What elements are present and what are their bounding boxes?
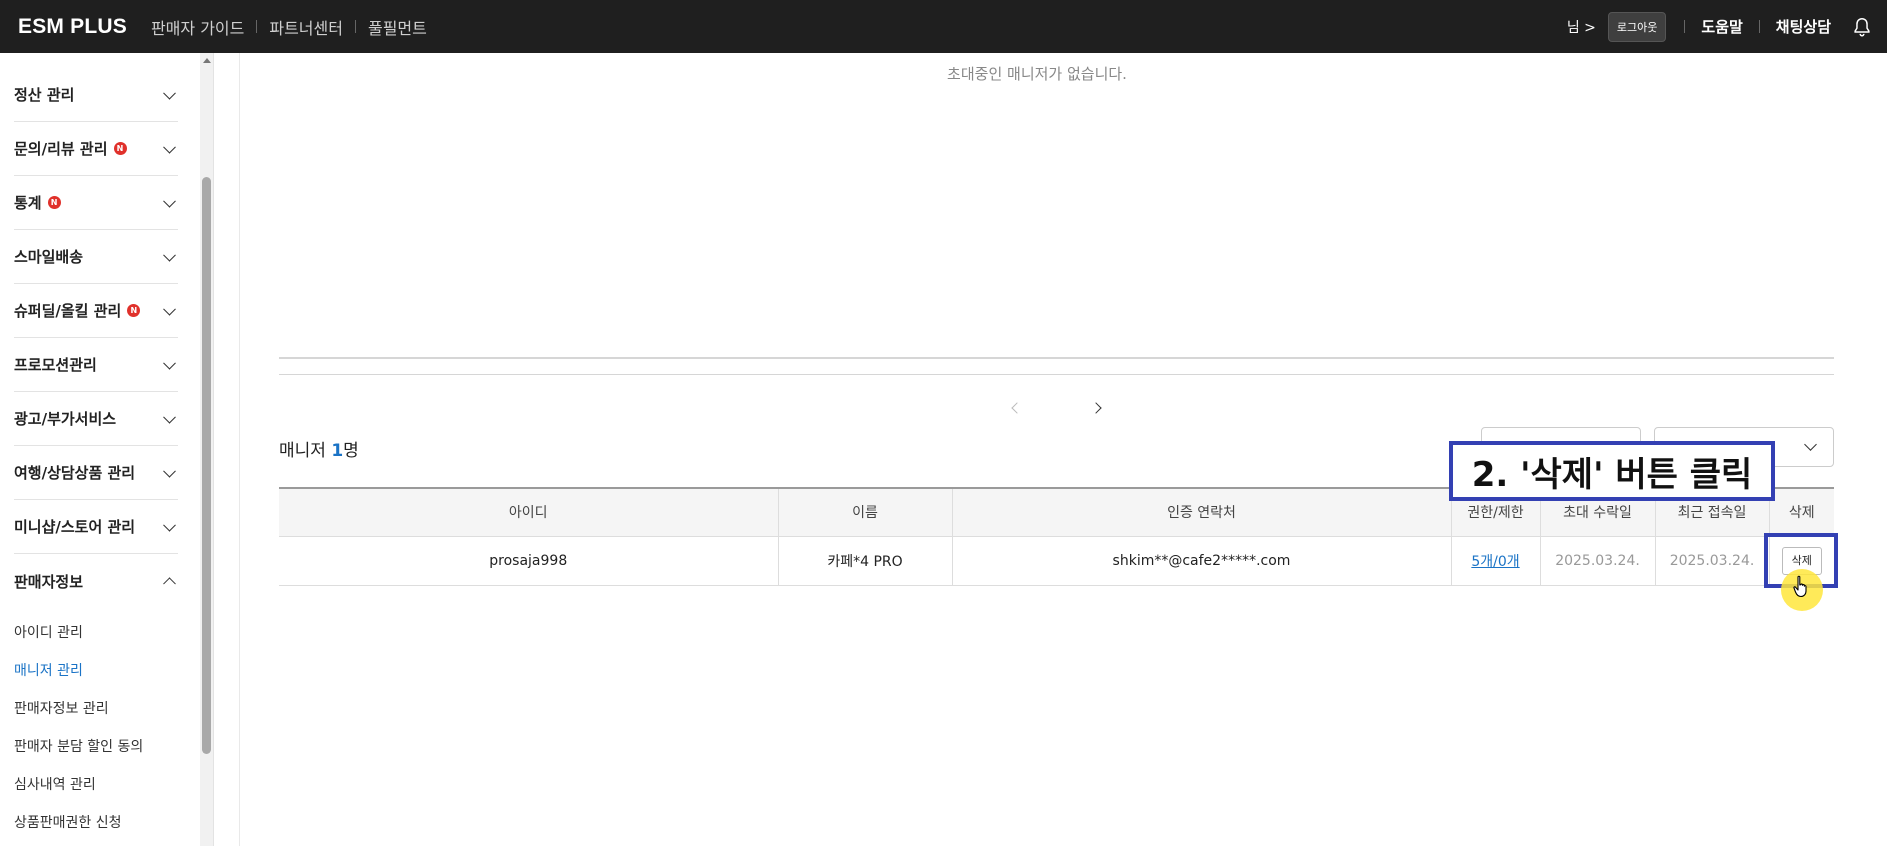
cell-last-login: 2025.03.24.	[1655, 536, 1770, 586]
manager-table: 아이디 이름 인증 연락처 권한/제한 초대 수락일 최근 접속일 삭제 pro…	[279, 487, 1834, 586]
chevron-down-icon	[163, 410, 176, 424]
sidebar-item-label: 문의/리뷰 관리	[14, 140, 108, 158]
col-header-id: 아이디	[279, 487, 779, 537]
nav-divider	[354, 20, 356, 33]
permission-link[interactable]: 5개/0개	[1471, 554, 1519, 570]
sidebar-item-label: 여행/상담상품 관리	[14, 464, 136, 482]
sidebar-sub-seller-info-manage[interactable]: 판매자정보 관리	[14, 698, 109, 718]
chevron-down-icon	[163, 194, 176, 208]
cell-name: 카페*4 PRO	[778, 536, 953, 586]
sidebar-item-label: 광고/부가서비스	[14, 410, 117, 428]
sidebar-item-label: 프로모션관리	[14, 356, 97, 374]
sidebar-item-label: 슈퍼딜/올킬 관리	[14, 302, 122, 320]
sidebar-item-minishop[interactable]: 미니샵/스토어 관리	[14, 500, 178, 554]
nav-seller-guide[interactable]: 판매자 가이드	[151, 15, 244, 39]
chevron-down-icon	[1804, 438, 1817, 451]
nav-partner-center[interactable]: 파트너센터	[269, 15, 343, 39]
sidebar-item-ads[interactable]: 광고/부가서비스	[14, 392, 178, 446]
top-nav: 판매자 가이드 파트너센터 풀필먼트	[151, 15, 427, 39]
sidebar-scrollbar-thumb[interactable]	[202, 177, 211, 754]
sidebar-item-travel[interactable]: 여행/상담상품 관리	[14, 446, 178, 500]
sidebar-sub-discount-agree[interactable]: 판매자 분담 할인 동의	[14, 736, 143, 756]
chevron-down-icon	[163, 356, 176, 370]
new-badge-icon: N	[47, 196, 61, 209]
sidebar-sub-sales-permission[interactable]: 상품판매권한 신청	[14, 812, 122, 832]
cell-permission: 5개/0개	[1451, 536, 1541, 586]
cell-accepted: 2025.03.24.	[1540, 536, 1656, 586]
bell-icon[interactable]	[1851, 16, 1873, 38]
chevron-down-icon	[163, 302, 176, 316]
manager-count-number: 1	[331, 441, 344, 461]
col-header-name: 이름	[778, 487, 953, 537]
logout-button[interactable]: 로그아웃	[1607, 11, 1667, 42]
chevron-down-icon	[163, 140, 176, 154]
sidebar-sub-review-history[interactable]: 심사내역 관리	[14, 774, 96, 794]
sidebar-item-label: 정산 관리	[14, 86, 75, 104]
chevron-down-icon	[163, 464, 176, 478]
col-header-contact: 인증 연락처	[952, 487, 1452, 537]
sidebar-item-inquiry-review[interactable]: 문의/리뷰 관리 N	[14, 122, 178, 176]
sidebar: 정산 관리 문의/리뷰 관리 N 통계 N 스마일배송 슈퍼딜/올킬 관리 N …	[0, 53, 214, 846]
sidebar-sub-manager-manage[interactable]: 매니저 관리	[14, 660, 83, 680]
annotation-label: 2. '삭제' 버튼 클릭	[1449, 441, 1775, 501]
scroll-up-arrow-icon[interactable]	[203, 58, 211, 63]
top-right-divider	[1758, 20, 1760, 33]
new-badge-icon: N	[113, 142, 127, 155]
esm-plus-logo[interactable]: ESM PLUS	[18, 15, 127, 39]
chevron-down-icon	[163, 248, 176, 262]
chevron-down-icon	[163, 86, 176, 100]
sidebar-item-label: 스마일배송	[14, 248, 84, 266]
hand-cursor-icon	[1793, 575, 1807, 598]
section-divider	[279, 374, 1834, 375]
nav-divider	[256, 20, 258, 33]
sidebar-item-label: 미니샵/스토어 관리	[14, 518, 136, 536]
user-menu-link[interactable]: 님 >	[1567, 17, 1596, 37]
chat-consult-link[interactable]: 채팅상담	[1776, 16, 1831, 37]
manager-count-unit: 명	[343, 441, 359, 461]
top-right-menu: 님 > 로그아웃 도움말 채팅상담	[1567, 0, 1887, 53]
manager-count-label: 매니저	[279, 441, 326, 461]
top-bar: ESM PLUS 판매자 가이드 파트너센터 풀필먼트 님 > 로그아웃 도움말…	[0, 0, 1887, 53]
chevron-down-icon	[163, 518, 176, 532]
section-divider	[279, 357, 1834, 359]
chevron-up-icon	[163, 577, 176, 591]
sidebar-sub-id-manage[interactable]: 아이디 관리	[14, 622, 83, 642]
nav-fulfillment[interactable]: 풀필먼트	[368, 15, 427, 39]
sidebar-item-smile-delivery[interactable]: 스마일배송	[14, 230, 178, 284]
sidebar-item-settlement[interactable]: 정산 관리	[14, 68, 178, 122]
table-row: prosaja998 카페*4 PRO shkim**@cafe2*****.c…	[279, 536, 1834, 586]
sidebar-item-statistics[interactable]: 통계 N	[14, 176, 178, 230]
empty-invite-message: 초대중인 매니저가 없습니다.	[947, 65, 1127, 83]
new-badge-icon: N	[127, 304, 141, 317]
cell-id: prosaja998	[279, 536, 779, 586]
help-link[interactable]: 도움말	[1701, 16, 1742, 37]
manager-count: 매니저 1명	[279, 436, 359, 461]
col-header-delete: 삭제	[1769, 487, 1834, 537]
sidebar-item-promotion[interactable]: 프로모션관리	[14, 338, 178, 392]
sidebar-item-label: 판매자정보	[14, 572, 84, 591]
cell-contact: shkim**@cafe2*****.com	[952, 536, 1452, 586]
sidebar-item-superdeal[interactable]: 슈퍼딜/올킬 관리 N	[14, 284, 178, 338]
sidebar-item-label: 통계	[14, 194, 42, 212]
top-right-divider	[1684, 20, 1686, 33]
sidebar-item-seller-info[interactable]: 판매자정보	[14, 554, 178, 608]
